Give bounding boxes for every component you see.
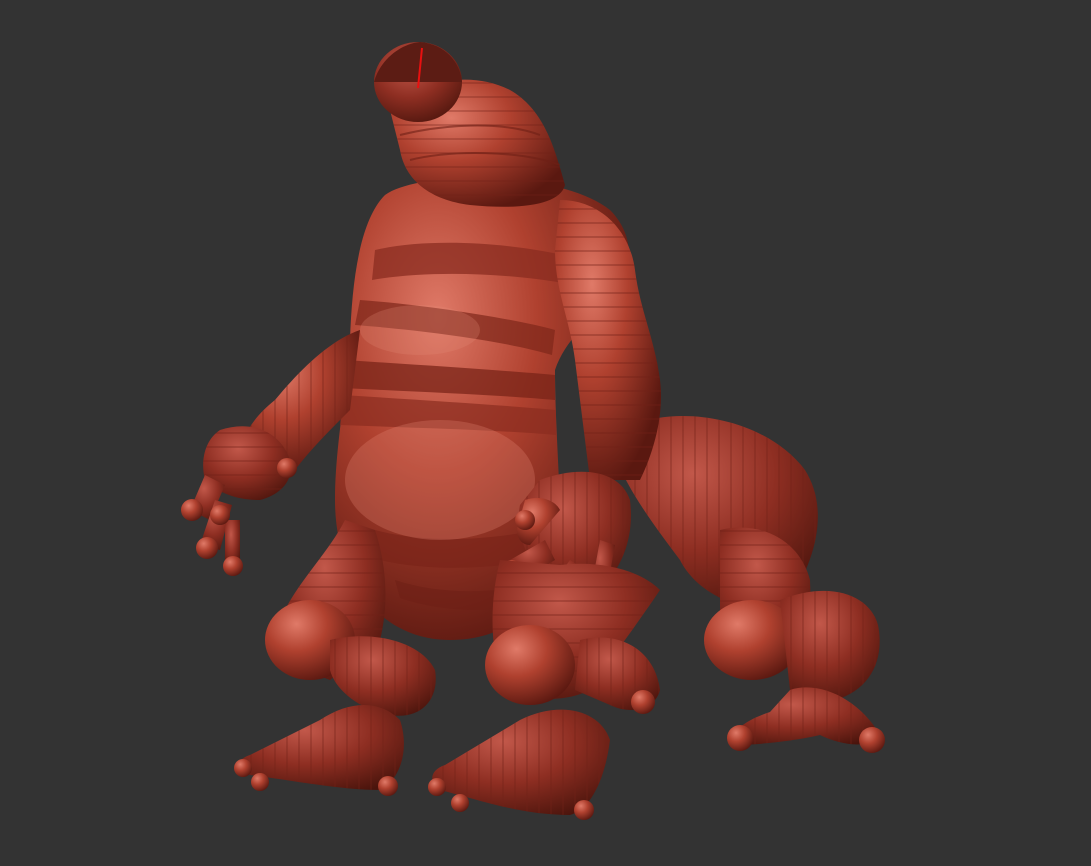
3d-viewport[interactable]: [0, 0, 1091, 866]
left-arm[interactable]: [181, 330, 360, 576]
creature-model[interactable]: [0, 0, 1091, 866]
head-zsphere[interactable]: [374, 42, 462, 122]
